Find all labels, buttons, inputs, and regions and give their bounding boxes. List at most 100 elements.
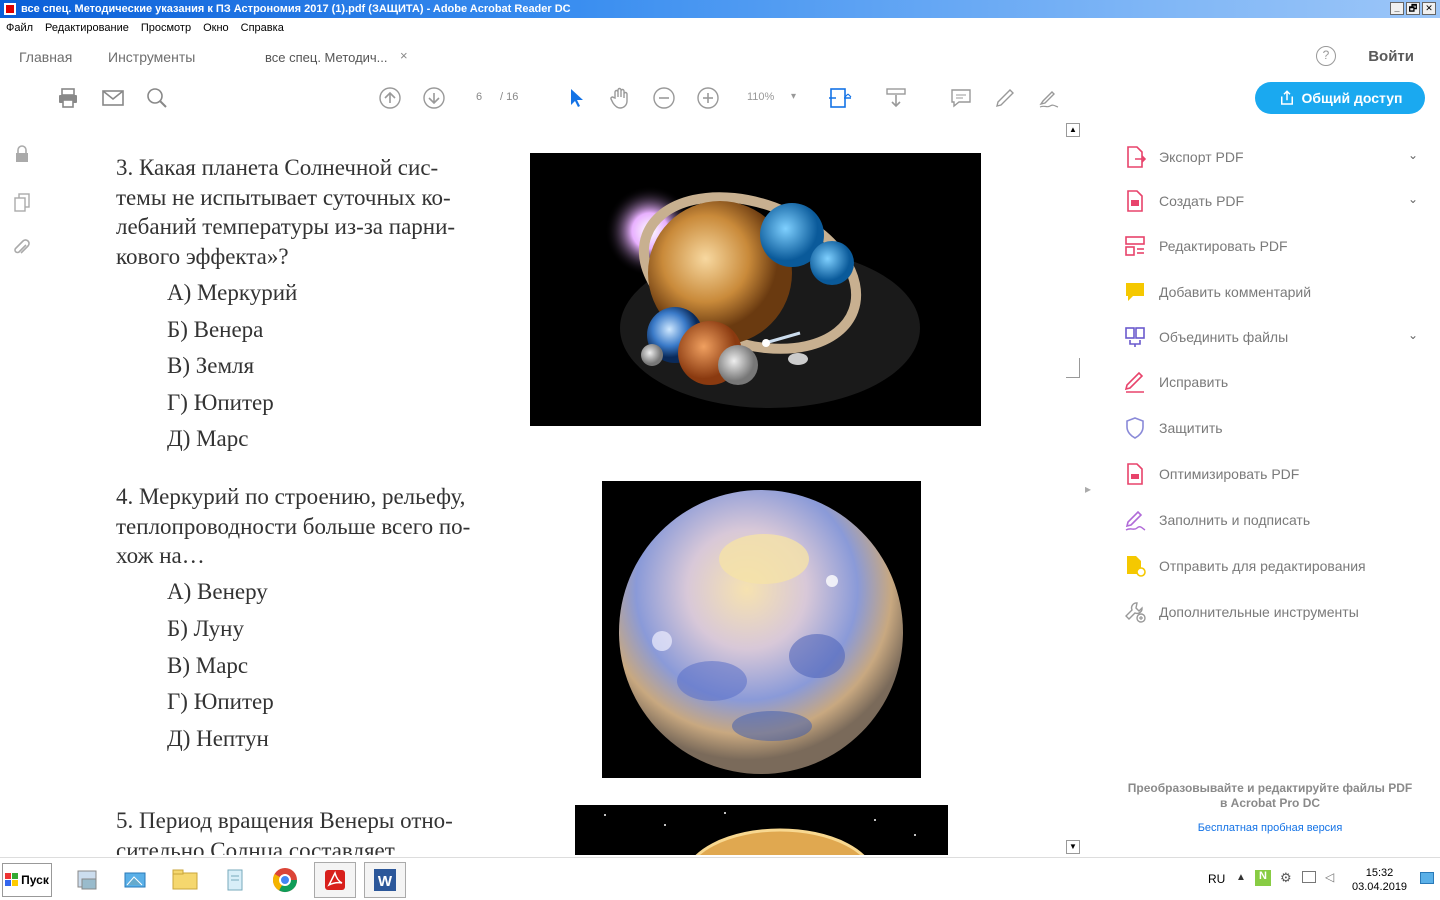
- toolbar: 6 / 16 110% ▾: [0, 78, 1440, 118]
- taskbar-word-icon[interactable]: W: [364, 862, 406, 898]
- tool-label: Отправить для редактирования: [1159, 558, 1366, 574]
- tool-create-pdf[interactable]: Создать PDF: [1123, 188, 1244, 214]
- highlight-pen-icon[interactable]: [993, 86, 1017, 110]
- start-label: Пуск: [21, 873, 49, 887]
- attachment-icon[interactable]: [12, 238, 32, 258]
- lock-icon[interactable]: [12, 144, 32, 164]
- zoom-dropdown-icon[interactable]: ▾: [791, 91, 796, 102]
- answer-option: В) Земля: [167, 353, 255, 378]
- share-label: Общий доступ: [1301, 90, 1403, 106]
- search-icon[interactable]: [145, 86, 169, 110]
- chevron-down-icon[interactable]: ⌄: [1408, 328, 1418, 342]
- tab-home[interactable]: Главная: [19, 49, 72, 65]
- more-tools-icon: [1125, 602, 1146, 623]
- menu-help[interactable]: Справка: [235, 19, 290, 37]
- promo-text: Преобразовывайте и редактируйте файлы PD…: [1115, 781, 1425, 811]
- language-indicator[interactable]: RU: [1208, 872, 1225, 886]
- menu-view[interactable]: Просмотр: [135, 19, 197, 37]
- menu-window[interactable]: Окно: [197, 19, 235, 37]
- scroll-up-button[interactable]: ▲: [1066, 123, 1080, 137]
- tab-bar: Главная Инструменты все спец. Методич...…: [0, 40, 1440, 74]
- taskbar-explorer-icon[interactable]: [66, 862, 108, 898]
- window-titlebar: все спец. Методические указания к ПЗ Аст…: [0, 0, 1440, 18]
- answer-option: А) Меркурий: [167, 280, 298, 305]
- tool-protect[interactable]: Защитить: [1123, 415, 1223, 441]
- tray-settings-icon[interactable]: ⚙: [1280, 870, 1292, 886]
- send-review-icon: [1127, 556, 1146, 577]
- edit-pdf-icon: [1125, 236, 1145, 256]
- create-pdf-icon: [1127, 190, 1143, 212]
- export-pdf-icon: [1127, 146, 1147, 168]
- tray-app-icon[interactable]: N: [1255, 870, 1271, 886]
- email-icon[interactable]: [101, 86, 125, 110]
- close-button[interactable]: ✕: [1422, 2, 1436, 15]
- tool-edit-pdf[interactable]: Редактировать PDF: [1123, 233, 1288, 259]
- menu-edit[interactable]: Редактирование: [39, 19, 135, 37]
- tool-send-for-review[interactable]: Отправить для редактирования: [1123, 553, 1366, 579]
- share-icon: [1280, 90, 1293, 105]
- help-icon[interactable]: ?: [1316, 46, 1336, 66]
- menu-file[interactable]: Файл: [0, 19, 39, 37]
- question-line: кового эффекта»?: [116, 243, 289, 269]
- tools-panel: Экспорт PDF ⌄ Создать PDF ⌄ Редактироват…: [1105, 120, 1440, 855]
- zoom-level[interactable]: 110%: [747, 91, 774, 103]
- signin-button[interactable]: Войти: [1368, 48, 1414, 65]
- taskbar-desktop-icon[interactable]: [114, 862, 156, 898]
- taskbar-notepad-icon[interactable]: [214, 862, 256, 898]
- tool-label: Создать PDF: [1159, 193, 1245, 209]
- start-button[interactable]: Пуск: [2, 863, 52, 897]
- taskbar-folder-icon[interactable]: [164, 862, 206, 898]
- tray-expand-icon[interactable]: ▲: [1236, 872, 1246, 883]
- share-button[interactable]: Общий доступ: [1255, 82, 1425, 114]
- vertical-scrollbar[interactable]: ▲ ▼: [1064, 120, 1081, 857]
- answer-option: Д) Нептун: [167, 726, 269, 751]
- taskbar-chrome-icon[interactable]: [264, 862, 306, 898]
- print-icon[interactable]: [56, 86, 80, 110]
- tab-document[interactable]: все спец. Методич...: [265, 50, 388, 65]
- fix-icon: [1124, 371, 1144, 393]
- page-up-icon[interactable]: [378, 86, 402, 110]
- tab-tools[interactable]: Инструменты: [108, 49, 195, 65]
- comment-icon: [1126, 283, 1144, 301]
- answer-option: Б) Луну: [167, 616, 244, 641]
- sign-icon[interactable]: [1037, 86, 1061, 110]
- tool-fill-sign[interactable]: Заполнить и подписать: [1123, 507, 1310, 533]
- select-cursor-icon[interactable]: [566, 86, 590, 110]
- question-line: хож на…: [116, 543, 205, 568]
- free-trial-link[interactable]: Бесплатная пробная версия: [1115, 822, 1425, 834]
- scroll-thumb[interactable]: [1066, 358, 1080, 378]
- tool-fix[interactable]: Исправить: [1123, 369, 1228, 395]
- next-page-arrow[interactable]: ▸: [1085, 482, 1091, 496]
- tool-label: Объединить файлы: [1159, 329, 1289, 345]
- page-number-input[interactable]: 6: [476, 91, 482, 103]
- optimize-icon: [1127, 463, 1143, 485]
- chevron-down-icon[interactable]: ⌄: [1408, 148, 1418, 162]
- zoom-out-icon[interactable]: [652, 86, 676, 110]
- tray-volume-icon[interactable]: ◁: [1325, 870, 1334, 884]
- pages-icon[interactable]: [12, 192, 32, 212]
- comment-icon[interactable]: [949, 86, 973, 110]
- tool-export-pdf[interactable]: Экспорт PDF: [1123, 144, 1244, 170]
- system-clock[interactable]: 15:32 03.04.2019: [1352, 866, 1407, 894]
- taskbar-acrobat-icon[interactable]: [314, 862, 356, 898]
- scroll-down-button[interactable]: ▼: [1066, 840, 1080, 854]
- tool-combine-files[interactable]: Объединить файлы: [1123, 324, 1288, 350]
- scroll-mode-icon[interactable]: [884, 86, 908, 110]
- answer-option: Б) Венера: [167, 317, 264, 342]
- minimize-button[interactable]: _: [1390, 2, 1404, 15]
- tray-network-icon[interactable]: [1302, 871, 1316, 883]
- tab-close-icon[interactable]: ×: [400, 48, 408, 63]
- restore-button[interactable]: 🗗: [1406, 2, 1420, 15]
- question-4: 4. Меркурий по строению, рельефу, теплоп…: [116, 482, 470, 571]
- tool-add-comment[interactable]: Добавить комментарий: [1123, 279, 1311, 305]
- tool-optimize-pdf[interactable]: Оптимизировать PDF: [1123, 461, 1299, 487]
- tool-more-tools[interactable]: Дополнительные инструменты: [1123, 599, 1359, 625]
- chevron-down-icon[interactable]: ⌄: [1408, 192, 1418, 206]
- hand-tool-icon[interactable]: [608, 86, 632, 110]
- tool-label: Экспорт PDF: [1159, 149, 1244, 165]
- solar-system-image: [530, 153, 981, 426]
- page-down-icon[interactable]: [422, 86, 446, 110]
- zoom-in-icon[interactable]: [696, 86, 720, 110]
- fit-page-icon[interactable]: [828, 86, 852, 110]
- show-desktop-icon[interactable]: [1420, 872, 1434, 884]
